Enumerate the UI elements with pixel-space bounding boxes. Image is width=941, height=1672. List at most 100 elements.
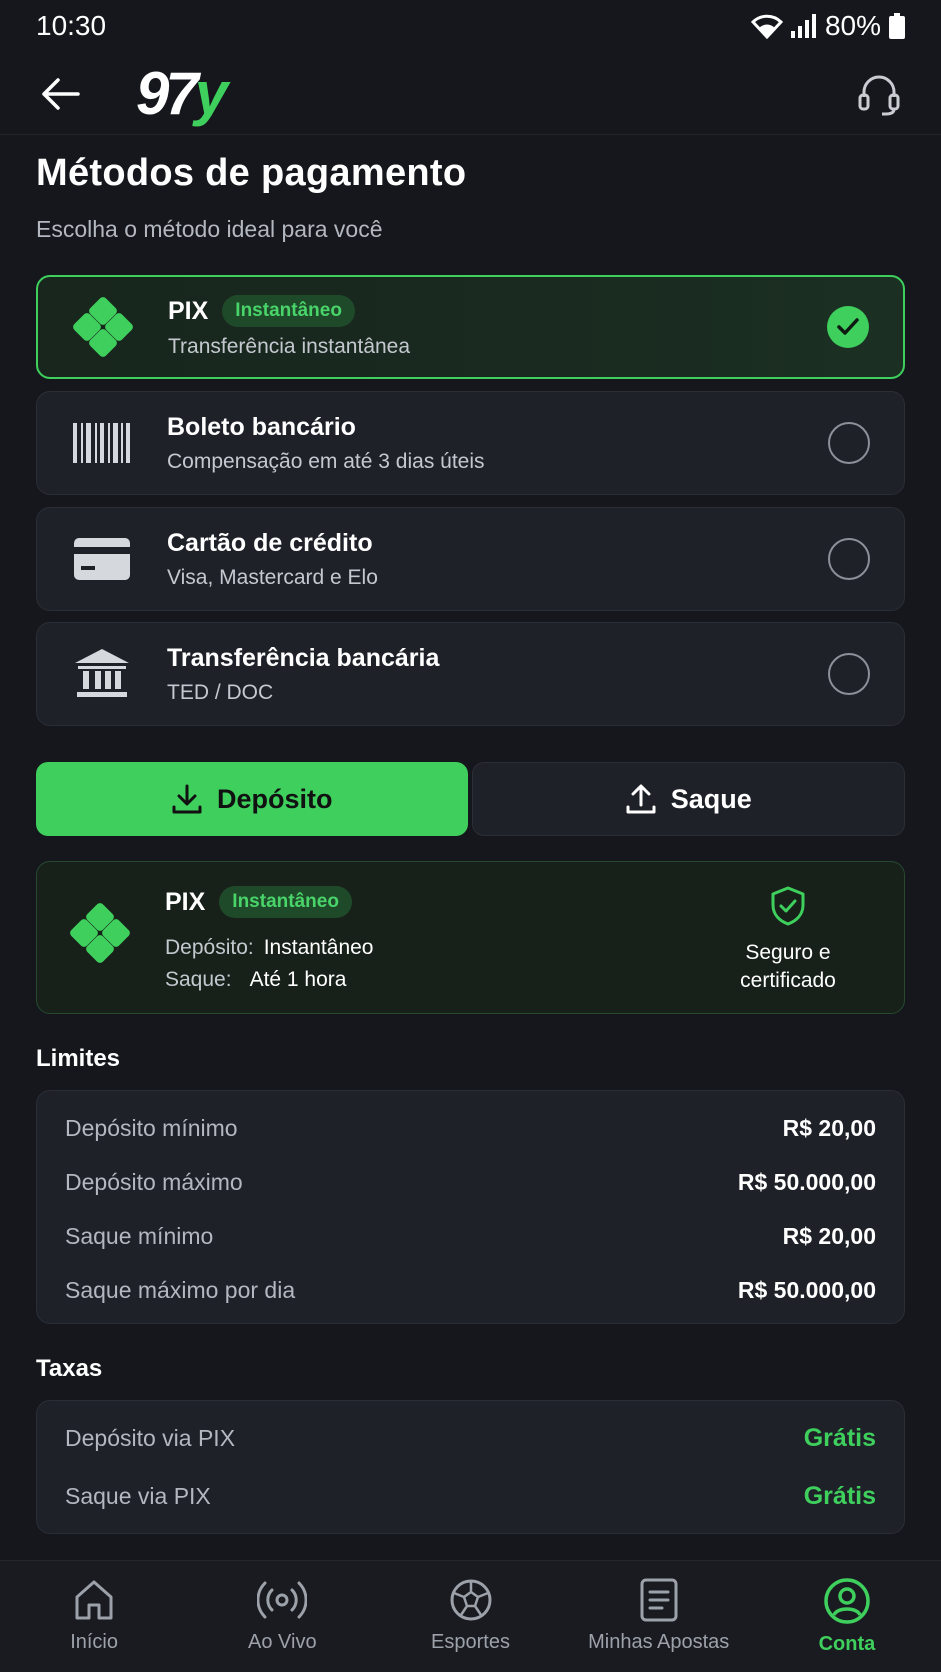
fees-card: Depósito via PIX Grátis Saque via PIX Gr… xyxy=(36,1400,905,1534)
fee-row: Depósito via PIX Grátis xyxy=(65,1409,876,1467)
bank-icon xyxy=(37,649,167,699)
method-boleto[interactable]: Boleto bancário Compensação em até 3 dia… xyxy=(36,391,905,495)
limit-row: Saque mínimo R$ 20,00 xyxy=(65,1209,876,1263)
method-pix[interactable]: PIX Instantâneo Transferência instantâne… xyxy=(36,275,905,379)
method-title: PIX xyxy=(168,296,209,325)
signal-icon xyxy=(790,14,817,38)
limit-row: Depósito mínimo R$ 20,00 xyxy=(65,1101,876,1155)
pix-icon xyxy=(69,902,131,969)
logo-number: 97 xyxy=(136,60,199,127)
method-title: Cartão de crédito xyxy=(167,528,373,557)
limits-card: Depósito mínimo R$ 20,00 Depósito máximo… xyxy=(36,1090,905,1324)
pix-icon xyxy=(38,296,168,358)
limit-value: R$ 50.000,00 xyxy=(737,1168,876,1195)
page-subtitle: Escolha o método ideal para você xyxy=(36,216,383,242)
battery-icon xyxy=(889,13,905,39)
instant-badge: Instantâneo xyxy=(222,295,355,327)
bottom-nav: Início Ao Vivo Esportes Minhas Apostas C… xyxy=(0,1560,941,1672)
tab-deposit-label: Depósito xyxy=(216,783,333,814)
page-title: Métodos de pagamento xyxy=(36,152,467,194)
instant-badge: Instantâneo xyxy=(219,886,352,918)
limit-value: R$ 50.000,00 xyxy=(737,1276,876,1303)
limit-label: Saque mínimo xyxy=(65,1222,214,1249)
arrow-left-icon xyxy=(42,78,80,110)
transaction-tabs: Depósito Saque xyxy=(36,762,905,836)
radio-unselected[interactable] xyxy=(828,538,870,580)
fee-row: Saque via PIX Grátis xyxy=(65,1467,876,1525)
soccer-ball-icon xyxy=(450,1579,491,1621)
bet-slip-icon xyxy=(640,1578,678,1622)
fee-label: Saque via PIX xyxy=(65,1482,211,1509)
credit-card-icon xyxy=(37,538,167,580)
radio-unselected[interactable] xyxy=(828,422,870,464)
top-bar: 97y xyxy=(0,56,941,132)
fee-value: Grátis xyxy=(803,1481,876,1510)
limit-label: Depósito máximo xyxy=(65,1168,243,1195)
nav-label: Esportes xyxy=(431,1631,510,1653)
support-button[interactable] xyxy=(853,68,905,120)
battery-percent: 80% xyxy=(824,10,881,41)
secure-badge: Seguro e certificado xyxy=(728,886,848,995)
nav-account[interactable]: Conta xyxy=(753,1561,941,1672)
nav-label: Conta xyxy=(818,1633,876,1655)
tab-withdraw[interactable]: Saque xyxy=(471,762,905,836)
limit-value: R$ 20,00 xyxy=(782,1114,876,1141)
pix-info-card: PIX Instantâneo Depósito: Instantâneo Saq… xyxy=(36,861,905,1014)
limit-label: Depósito mínimo xyxy=(65,1114,238,1141)
logo-letter: y xyxy=(194,60,228,127)
nav-my-bets[interactable]: Minhas Apostas xyxy=(565,1561,753,1672)
nav-label: Início xyxy=(70,1631,118,1653)
withdraw-time-label: Saque: xyxy=(165,968,232,991)
method-title: Boleto bancário xyxy=(167,412,356,441)
wifi-icon xyxy=(750,13,783,39)
status-time: 10:30 xyxy=(36,10,107,41)
method-text: Transferência bancária TED / DOC xyxy=(167,644,828,705)
tab-deposit[interactable]: Depósito xyxy=(36,762,468,836)
home-icon xyxy=(75,1580,113,1620)
nav-sports[interactable]: Esportes xyxy=(376,1561,564,1672)
check-icon xyxy=(837,318,859,335)
method-subtitle: Visa, Mastercard e Elo xyxy=(167,565,378,589)
method-text: PIX Instantâneo Transferência instantâne… xyxy=(168,295,827,359)
fee-value: Grátis xyxy=(803,1423,876,1452)
status-bar: 10:30 80% xyxy=(0,0,941,52)
method-text: Cartão de crédito Visa, Mastercard e Elo xyxy=(167,529,828,590)
account-icon xyxy=(824,1578,870,1624)
method-title: Transferência bancária xyxy=(167,643,440,672)
method-bank-transfer[interactable]: Transferência bancária TED / DOC xyxy=(36,622,905,726)
nav-home[interactable]: Início xyxy=(0,1561,188,1672)
fee-label: Depósito via PIX xyxy=(65,1424,236,1451)
deposit-time-label: Depósito: xyxy=(165,936,254,959)
headset-icon xyxy=(858,75,900,116)
method-credit-card[interactable]: Cartão de crédito Visa, Mastercard e Elo xyxy=(36,507,905,611)
radio-selected[interactable] xyxy=(827,306,869,348)
shield-check-icon xyxy=(771,886,805,926)
nav-live[interactable]: Ao Vivo xyxy=(188,1561,376,1672)
secure-line-2: certificado xyxy=(740,969,836,992)
limits-title: Limites xyxy=(36,1045,121,1072)
nav-label: Minhas Apostas xyxy=(588,1631,730,1653)
method-subtitle: TED / DOC xyxy=(167,680,274,704)
live-icon xyxy=(257,1581,308,1619)
method-text: Boleto bancário Compensação em até 3 dia… xyxy=(167,413,828,474)
radio-unselected[interactable] xyxy=(828,653,870,695)
fees-title: Taxas xyxy=(36,1355,103,1382)
nav-label: Ao Vivo xyxy=(248,1631,317,1653)
limit-value: R$ 20,00 xyxy=(782,1222,876,1249)
back-button[interactable] xyxy=(36,70,84,118)
info-title: PIX xyxy=(165,887,206,916)
method-subtitle: Compensação em até 3 dias úteis xyxy=(167,449,485,473)
deposit-time-value: Instantâneo xyxy=(263,936,374,959)
secure-line-1: Seguro e xyxy=(745,941,831,964)
tab-withdraw-label: Saque xyxy=(670,783,752,814)
header-divider xyxy=(0,134,941,135)
withdraw-time-value: Até 1 hora xyxy=(249,968,347,991)
limit-row: Depósito máximo R$ 50.000,00 xyxy=(65,1155,876,1209)
deposit-time-line: Depósito: Instantâneo xyxy=(165,936,373,960)
method-subtitle: Transferência instantânea xyxy=(168,335,411,358)
withdraw-time-line: Saque: Até 1 hora xyxy=(165,968,346,992)
limit-row: Saque máximo por dia R$ 50.000,00 xyxy=(65,1263,876,1317)
brand-logo[interactable]: 97y xyxy=(136,64,228,124)
barcode-icon xyxy=(37,423,167,463)
limit-label: Saque máximo por dia xyxy=(65,1276,296,1303)
